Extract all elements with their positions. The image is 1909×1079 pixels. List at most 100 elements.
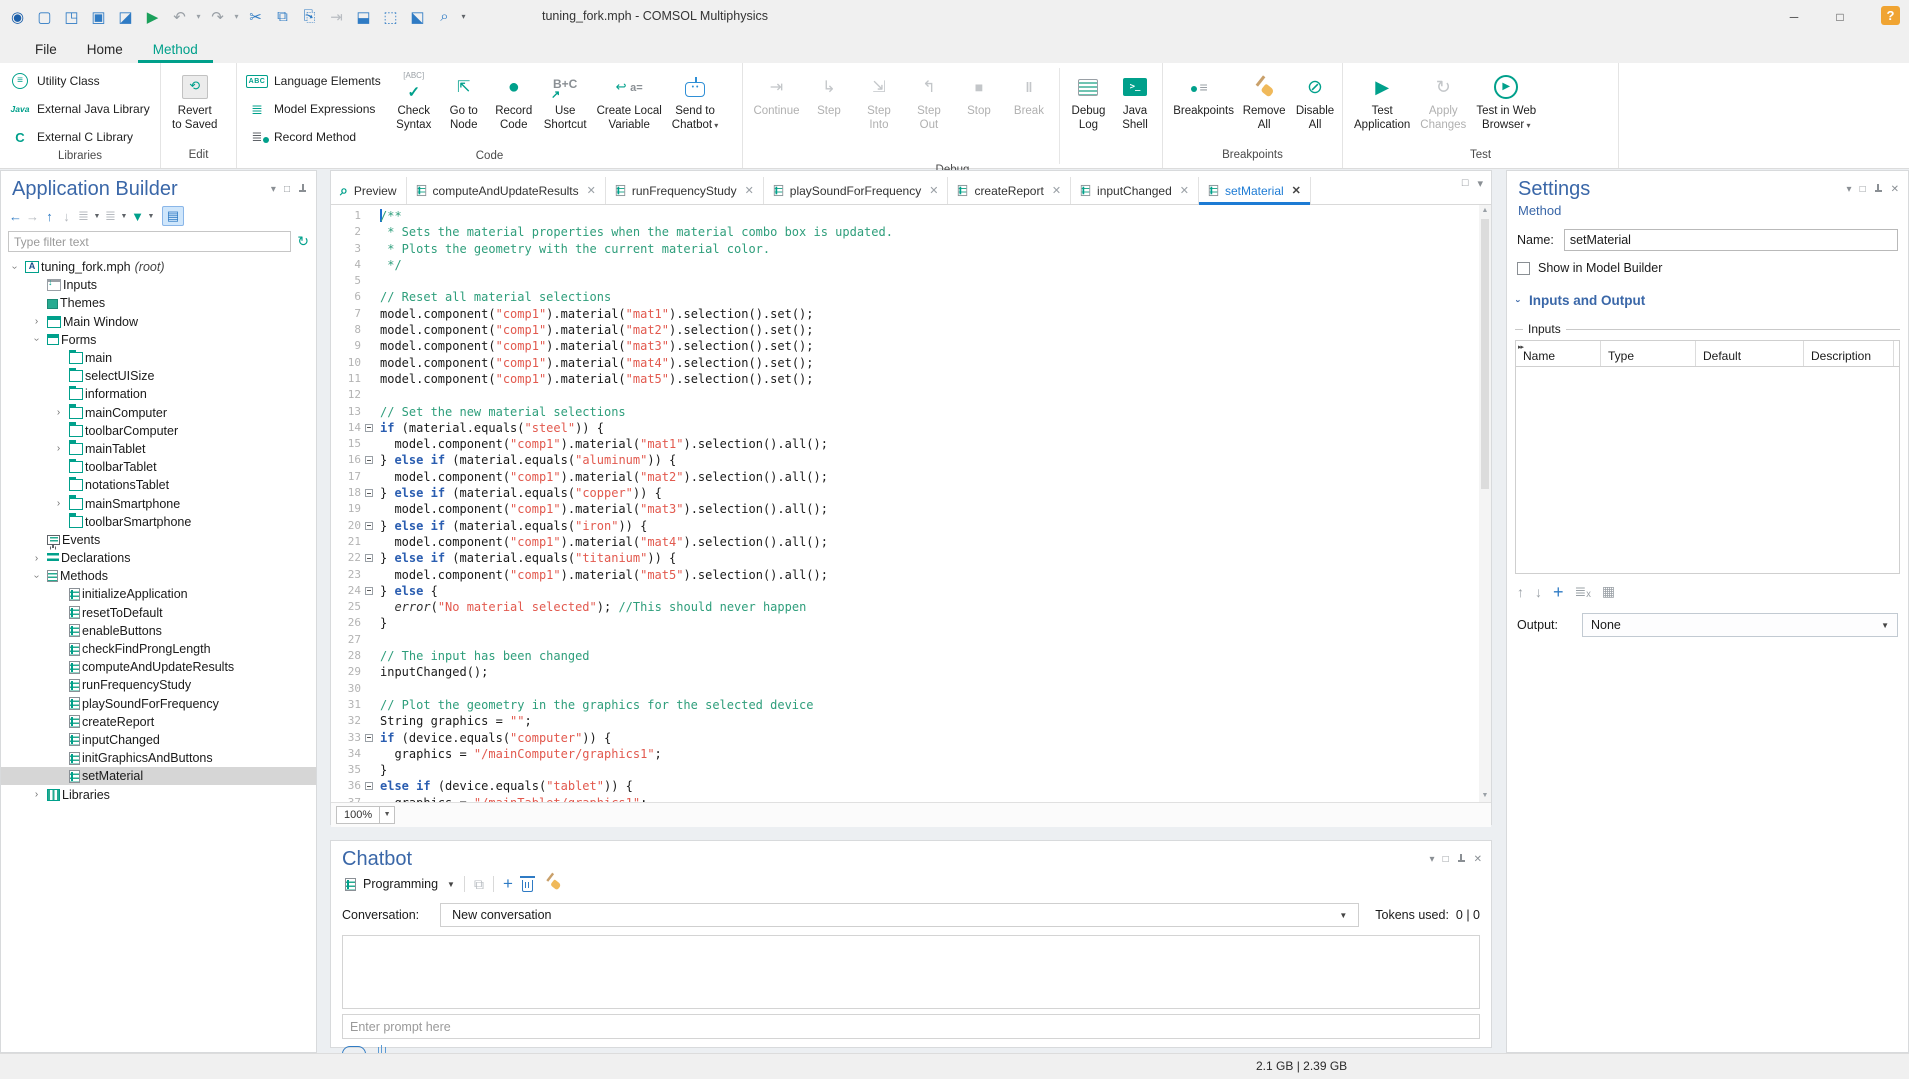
close-tab-icon[interactable]: ✕: [1292, 184, 1301, 197]
delete-icon[interactable]: ⬓: [350, 8, 377, 26]
refresh-icon[interactable]: ↻: [297, 233, 309, 250]
expand-levels-icon[interactable]: ≣: [75, 208, 92, 224]
mode-dropdown[interactable]: Programming ▼: [342, 877, 455, 891]
tree-item-Main Window[interactable]: ›Main Window: [1, 313, 316, 331]
collapse-arrow-icon[interactable]: ›: [9, 260, 20, 275]
tree-item-setMaterial[interactable]: setMaterial: [1, 767, 316, 785]
filter-input[interactable]: [8, 231, 291, 252]
button-send-to-chatbot[interactable]: Send to Chatbot ▾: [667, 68, 724, 133]
tree-item-Libraries[interactable]: ›Libraries: [1, 785, 316, 803]
ribbon-tab-file[interactable]: File: [20, 37, 72, 63]
tree-item-tuning_fork.mph[interactable]: ›tuning_fork.mph(root): [1, 258, 316, 276]
close-tab-icon[interactable]: ✕: [929, 184, 938, 197]
chevron-down-icon[interactable]: ▾: [1847, 184, 1852, 195]
delete-conversation-icon[interactable]: [522, 880, 533, 892]
fold-marker-icon[interactable]: [361, 518, 376, 534]
close-tab-icon[interactable]: ✕: [1052, 184, 1061, 197]
tree-item-inputChanged[interactable]: inputChanged: [1, 731, 316, 749]
conversation-dropdown[interactable]: New conversation ▼: [440, 903, 1359, 927]
cut-icon[interactable]: ✂: [242, 8, 269, 26]
tree-item-initGraphicsAndButtons[interactable]: initGraphicsAndButtons: [1, 749, 316, 767]
ribbon-tab-method[interactable]: Method: [138, 37, 213, 63]
tree-item-toolbarComputer[interactable]: toolbarComputer: [1, 422, 316, 440]
button-record-code[interactable]: ●Record Code: [489, 68, 539, 133]
button-check-syntax[interactable]: ✓Check Syntax: [389, 68, 439, 133]
clear-icon[interactable]: [544, 873, 562, 891]
tree-item-resetToDefault[interactable]: resetToDefault: [1, 604, 316, 622]
expand-levels-dropdown-icon[interactable]: ▼: [92, 213, 102, 220]
tree-item-Events[interactable]: Events: [1, 531, 316, 549]
button-revert-to-saved[interactable]: ⟲Revert to Saved: [167, 68, 222, 133]
fold-marker-icon[interactable]: [361, 778, 376, 794]
tree-item-toolbarSmartphone[interactable]: toolbarSmartphone: [1, 513, 316, 531]
inputs-and-output-section[interactable]: › Inputs and Output: [1517, 293, 1898, 308]
go-forward-icon[interactable]: →: [24, 209, 41, 224]
new-file-icon[interactable]: ▢: [31, 8, 58, 26]
tree-item-mainTablet[interactable]: ›mainTablet: [1, 440, 316, 458]
column-header-unit[interactable]: Unit: [1894, 341, 1900, 366]
collapse-arrow-icon[interactable]: ›: [31, 332, 42, 347]
run-icon[interactable]: ▶: [139, 8, 166, 26]
button-java-shell[interactable]: >_Java Shell: [1110, 68, 1160, 133]
expand-arrow-icon[interactable]: ›: [51, 407, 66, 418]
scroll-down-icon[interactable]: ▼: [1479, 790, 1491, 802]
column-header-default[interactable]: Default: [1696, 341, 1804, 366]
open-file-icon[interactable]: ◳: [58, 8, 85, 26]
button-test-application[interactable]: ▶Test Application: [1349, 68, 1415, 133]
chevron-down-icon[interactable]: ▾: [1430, 854, 1435, 865]
expand-arrow-icon[interactable]: ›: [51, 443, 66, 454]
move-down-icon[interactable]: ↓: [1535, 584, 1542, 600]
button-utility-class[interactable]: ≡Utility Class: [6, 68, 154, 94]
filter-dropdown-icon[interactable]: ▼: [146, 213, 156, 220]
edit-table-icon[interactable]: ▦: [1602, 583, 1615, 600]
button-use-shortcut[interactable]: B+CUse Shortcut: [539, 68, 592, 133]
pin-icon[interactable]: [1874, 184, 1883, 195]
expand-arrow-icon[interactable]: ›: [29, 553, 44, 564]
tree-item-initializeApplication[interactable]: initializeApplication: [1, 585, 316, 603]
zoom-dropdown-icon[interactable]: ▼: [380, 806, 395, 824]
editor-tab-inputChanged[interactable]: inputChanged✕: [1071, 177, 1199, 204]
new-conversation-icon[interactable]: +: [503, 874, 513, 894]
tree-item-Methods[interactable]: ›Methods: [1, 567, 316, 585]
undo-icon[interactable]: ↶: [166, 8, 193, 26]
float-icon[interactable]: □: [1443, 854, 1449, 865]
float-icon[interactable]: □: [1462, 177, 1469, 190]
redo-icon[interactable]: ↷: [204, 8, 231, 26]
close-tab-icon[interactable]: ✕: [745, 184, 754, 197]
button-language-elements[interactable]: ABCLanguage Elements: [243, 68, 385, 94]
comsol-logo-icon[interactable]: ◉: [4, 8, 31, 26]
tree-item-checkFindProngLength[interactable]: checkFindProngLength: [1, 640, 316, 658]
editor-tab-createReport[interactable]: createReport✕: [948, 177, 1071, 204]
float-icon[interactable]: □: [1860, 184, 1866, 195]
save-icon[interactable]: ▣: [85, 8, 112, 26]
move-up-icon[interactable]: ↑: [41, 209, 58, 224]
zoom-level[interactable]: 100%: [336, 806, 380, 824]
deselect-region-icon[interactable]: ⬕: [404, 8, 431, 26]
pin-icon[interactable]: [298, 184, 307, 195]
close-icon[interactable]: ✕: [1474, 854, 1482, 865]
tree-item-createReport[interactable]: createReport: [1, 713, 316, 731]
editor-tab-computeAndUpdateResults[interactable]: computeAndUpdateResults✕: [407, 177, 606, 204]
float-icon[interactable]: □: [284, 184, 290, 195]
button-test-in-web-browser[interactable]: ▶Test in Web Browser ▾: [1471, 68, 1541, 133]
close-tab-icon[interactable]: ✕: [587, 184, 596, 197]
customize-toolbar-icon[interactable]: ▾: [458, 12, 469, 21]
fold-marker-icon[interactable]: [361, 420, 376, 436]
output-dropdown[interactable]: None ▼: [1582, 613, 1898, 637]
editor-tab-Preview[interactable]: ⌕Preview: [331, 177, 407, 204]
button-record-method[interactable]: ≣Record Method: [243, 124, 385, 150]
button-disable-all[interactable]: ⊘Disable All: [1290, 68, 1340, 133]
tree-item-playSoundForFrequency[interactable]: playSoundForFrequency: [1, 695, 316, 713]
tree-item-computeAndUpdateResults[interactable]: computeAndUpdateResults: [1, 658, 316, 676]
fold-marker-icon[interactable]: [361, 485, 376, 501]
button-breakpoints[interactable]: ≡Breakpoints: [1169, 68, 1238, 133]
tree-item-mainSmartphone[interactable]: ›mainSmartphone: [1, 494, 316, 512]
inputs-table[interactable]: ▸▸ NameTypeDefaultDescriptionUnit: [1515, 340, 1900, 574]
button-external-java-library[interactable]: JavaExternal Java Library: [6, 96, 154, 122]
tree-item-main[interactable]: main: [1, 349, 316, 367]
editor-tab-runFrequencyStudy[interactable]: runFrequencyStudy✕: [606, 177, 764, 204]
collapse-levels-dropdown-icon[interactable]: ▼: [119, 213, 129, 220]
tree-item-Forms[interactable]: ›Forms: [1, 331, 316, 349]
fold-marker-icon[interactable]: [361, 452, 376, 468]
editor-tab-playSoundForFrequency[interactable]: playSoundForFrequency✕: [764, 177, 949, 204]
